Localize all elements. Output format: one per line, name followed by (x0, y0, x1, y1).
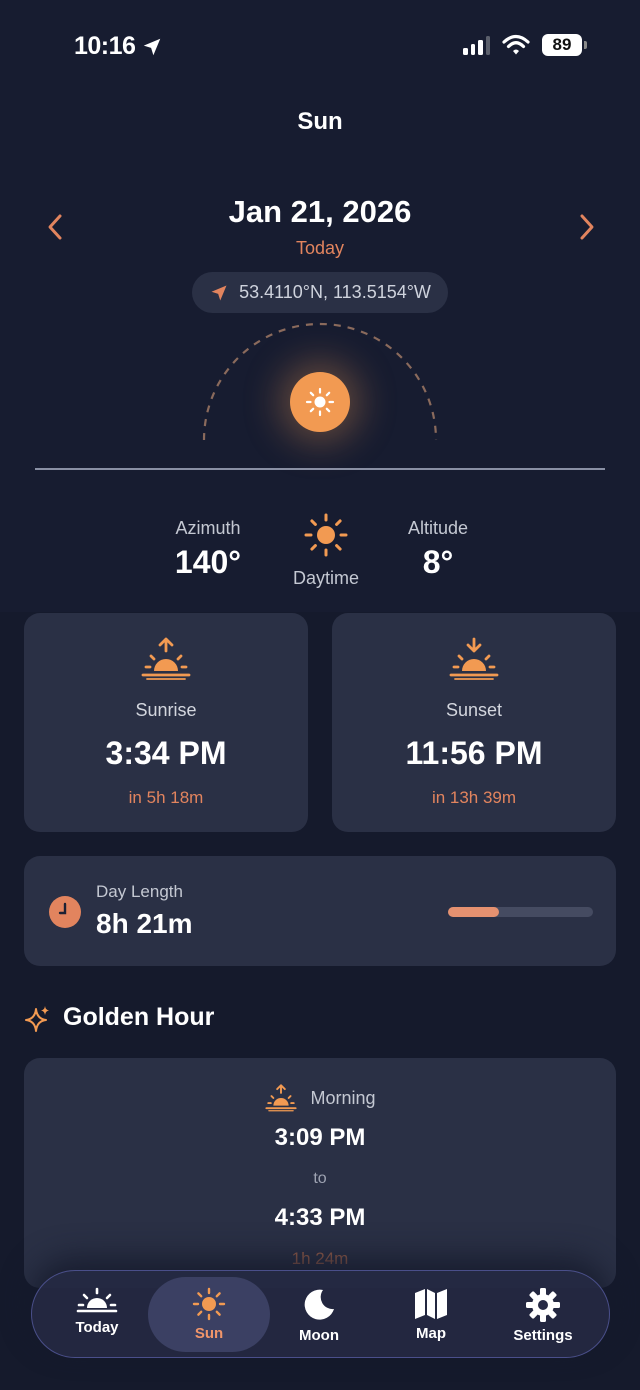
day-length-value: 8h 21m (96, 908, 193, 939)
sunset-countdown: in 13h 39m (431, 788, 517, 807)
sun-phase-label: Daytime (292, 568, 359, 588)
day-length-label: Day Length (96, 882, 183, 901)
sunset-card: Sunset 11:56 PM in 13h 39m (332, 613, 616, 832)
moon-icon (304, 1289, 334, 1320)
clock-icon (49, 896, 81, 928)
tab-settings[interactable]: Settings (482, 1277, 604, 1352)
day-length-bar (448, 907, 593, 917)
tab-moon-label: Moon (299, 1327, 339, 1344)
selected-date[interactable]: Jan 21, 2026 (0, 194, 640, 230)
location-chip[interactable]: 53.4110°N, 113.5154°W (192, 272, 448, 313)
cellular-signal-icon (463, 35, 490, 55)
sunrise-icon (265, 1084, 298, 1112)
tab-settings-label: Settings (513, 1327, 573, 1344)
coordinates-text: 53.4110°N, 113.5154°W (239, 282, 431, 302)
tab-today[interactable]: Today (36, 1277, 158, 1352)
azimuth-label: Azimuth (175, 518, 241, 538)
tab-today-label: Today (75, 1319, 119, 1336)
day-length-bar-fill (448, 907, 499, 917)
map-icon (415, 1289, 447, 1319)
sunrise-countdown: in 5h 18m (128, 788, 204, 807)
golden-hour-duration: 1h 24m (291, 1249, 349, 1268)
status-clock: 10:16 (74, 32, 136, 60)
status-indicators: 89 (463, 34, 587, 56)
tab-sun-label: Sun (194, 1325, 224, 1342)
battery-level: 89 (552, 35, 572, 54)
sun-position-marker (290, 372, 350, 432)
location-arrow-icon (144, 38, 161, 55)
wifi-icon (502, 34, 530, 55)
tab-map-label: Map (416, 1325, 446, 1342)
page-title: Sun (297, 108, 343, 135)
tab-moon[interactable]: Moon (258, 1277, 380, 1352)
day-length-card: Day Length 8h 21m (24, 856, 616, 966)
tab-bar: Today Sun Moon Map Settings (31, 1270, 610, 1358)
golden-hour-morning-label: Morning (310, 1087, 376, 1108)
sunrise-card: Sunrise 3:34 PM in 5h 18m (24, 613, 308, 832)
golden-hour-start: 3:09 PM (274, 1124, 366, 1151)
sunrise-icon (141, 637, 191, 680)
gear-icon (526, 1288, 560, 1322)
altitude-value: 8° (422, 544, 454, 580)
date-relative-label: Today (295, 238, 345, 258)
sun-icon (305, 387, 335, 417)
battery-icon: 89 (542, 34, 587, 56)
location-arrow-icon (211, 285, 227, 300)
tab-map[interactable]: Map (370, 1277, 492, 1352)
azimuth-value: 140° (174, 544, 242, 580)
sunrise-icon (76, 1287, 118, 1313)
golden-hour-end: 4:33 PM (274, 1204, 366, 1231)
tab-sun[interactable]: Sun (148, 1277, 270, 1352)
sparkles-icon (25, 1006, 49, 1032)
sunrise-label: Sunrise (135, 700, 197, 720)
sunset-icon (449, 637, 499, 680)
sunset-label: Sunset (445, 700, 503, 720)
golden-hour-card: Morning 3:09 PM to 4:33 PM 1h 24m (24, 1058, 616, 1288)
sunrise-time: 3:34 PM (105, 735, 227, 771)
status-time: 10:16 (74, 32, 163, 61)
sun-icon (192, 1287, 226, 1321)
sun-icon (304, 513, 348, 557)
golden-hour-to: to (313, 1170, 327, 1187)
horizon-line (35, 468, 605, 470)
golden-hour-morning-header: Morning (24, 1084, 616, 1112)
sunset-time: 11:56 PM (405, 735, 543, 771)
golden-hour-title: Golden Hour (63, 1003, 215, 1031)
altitude-label: Altitude (407, 518, 469, 538)
